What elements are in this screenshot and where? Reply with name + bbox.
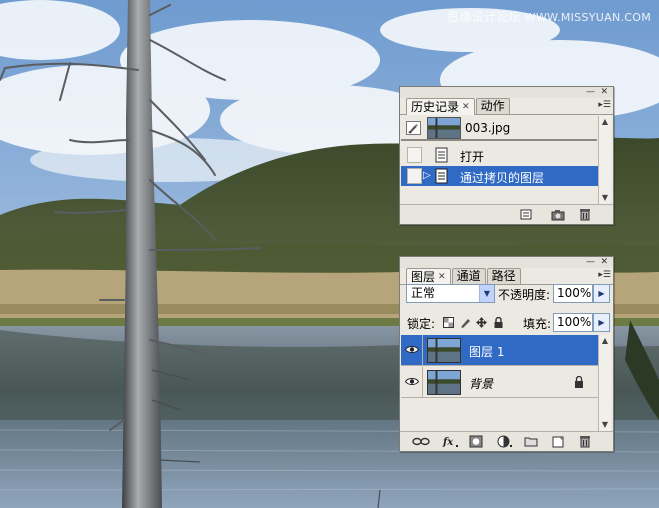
visibility-toggle[interactable] (401, 367, 423, 398)
layers-scrollbar[interactable]: ▲ ▼ (598, 335, 611, 431)
svg-text:fx: fx (442, 437, 454, 448)
layers-footer: fx (400, 431, 613, 451)
tab-layers[interactable]: 图层 ✕ (406, 268, 451, 285)
blend-mode-select[interactable]: 正常 ▼ (406, 284, 495, 303)
eye-icon[interactable] (405, 377, 419, 386)
history-tab-bar: 历史记录 ✕ 动作 ▸☰ (400, 98, 613, 115)
scroll-down-icon[interactable]: ▼ (599, 419, 611, 431)
layers-palette: — ✕ 图层 ✕ 通道 路径 ▸☰ 正常 ▼ 不透明度: 100% ▶ 锁定: … (399, 256, 614, 452)
history-state-open[interactable]: 打开 (401, 145, 598, 165)
palette-titlebar[interactable]: — ✕ (400, 87, 613, 98)
padlock-icon (575, 376, 583, 388)
history-brush-source-icon[interactable] (406, 121, 421, 135)
history-source-checkbox[interactable] (407, 147, 422, 163)
tab-paths[interactable]: 路径 (486, 268, 521, 284)
blend-mode-value: 正常 (411, 286, 436, 300)
tab-history-label: 历史记录 (411, 99, 460, 114)
layer-mask-icon[interactable] (469, 435, 483, 448)
fill-slider-button[interactable]: ▶ (593, 313, 610, 332)
new-layer-icon[interactable] (551, 435, 565, 448)
adjustment-layer-icon[interactable] (497, 435, 513, 448)
collapse-icon[interactable]: — (586, 88, 595, 97)
new-document-from-state-icon[interactable] (519, 208, 533, 221)
layers-tab-bar: 图层 ✕ 通道 路径 ▸☰ (400, 268, 613, 285)
palette-titlebar[interactable]: — ✕ (400, 257, 613, 268)
fill-label: 填充: (523, 317, 552, 331)
history-state-label: 打开 (460, 150, 485, 164)
tab-close-icon[interactable]: ✕ (438, 270, 446, 285)
history-state-icon (435, 147, 448, 163)
tab-actions[interactable]: 动作 (475, 98, 510, 114)
snapshot-name: 003.jpg (465, 121, 511, 135)
scroll-up-icon[interactable]: ▲ (599, 335, 611, 347)
palette-menu-icon[interactable]: ▸☰ (598, 270, 611, 280)
watermark-text: 思缘设计论坛 (447, 10, 521, 24)
tab-paths-label: 路径 (491, 269, 516, 283)
tab-actions-label: 动作 (480, 99, 505, 113)
chevron-down-icon[interactable]: ▼ (479, 285, 494, 302)
collapse-icon[interactable]: — (586, 258, 595, 267)
close-icon[interactable]: ✕ (600, 88, 608, 97)
layer-style-icon[interactable]: fx (442, 435, 460, 448)
lock-position-icon[interactable] (476, 317, 487, 328)
layer-thumbnail (427, 370, 461, 395)
new-snapshot-icon[interactable] (551, 208, 565, 221)
history-state-marker-icon[interactable]: ▷ (423, 170, 431, 181)
history-palette: — ✕ 历史记录 ✕ 动作 ▸☰ 003.jpg 打开 ▷ 通过拷贝的图层 ▲ … (399, 86, 614, 225)
layer-row-background[interactable]: 背景 (401, 367, 598, 398)
lock-pixels-icon[interactable] (460, 317, 471, 328)
lock-transparency-icon[interactable] (443, 317, 454, 328)
history-footer (400, 204, 613, 224)
lock-label: 锁定: (407, 317, 436, 331)
visibility-toggle[interactable] (401, 335, 423, 366)
layer-thumbnail (427, 338, 461, 363)
history-source-checkbox[interactable] (407, 168, 422, 184)
tab-history[interactable]: 历史记录 ✕ (406, 98, 475, 115)
tab-channels-label: 通道 (456, 269, 481, 283)
opacity-slider-button[interactable]: ▶ (593, 284, 610, 303)
fill-input[interactable]: 100% (553, 313, 593, 332)
tab-channels[interactable]: 通道 (451, 268, 486, 284)
eye-icon[interactable] (405, 345, 419, 354)
history-snapshot[interactable]: 003.jpg (401, 116, 597, 141)
scroll-up-icon[interactable]: ▲ (599, 116, 611, 128)
layer-name: 图层 1 (469, 345, 505, 359)
opacity-input[interactable]: 100% (553, 284, 593, 303)
snapshot-thumbnail (427, 117, 461, 139)
palette-menu-icon[interactable]: ▸☰ (598, 100, 611, 110)
history-scrollbar[interactable]: ▲ ▼ (598, 116, 611, 204)
history-state-layer-via-copy[interactable]: ▷ 通过拷贝的图层 (401, 166, 598, 186)
history-state-label: 通过拷贝的图层 (460, 171, 545, 185)
layer-row-layer1[interactable]: 图层 1 (401, 335, 598, 366)
link-layers-icon[interactable] (412, 435, 430, 448)
tab-layers-label: 图层 (411, 269, 436, 284)
close-icon[interactable]: ✕ (600, 258, 608, 267)
history-state-icon (435, 168, 448, 184)
tab-close-icon[interactable]: ✕ (462, 100, 470, 115)
delete-layer-icon[interactable] (578, 435, 592, 448)
scroll-down-icon[interactable]: ▼ (599, 192, 611, 204)
new-group-icon[interactable] (524, 435, 538, 448)
lock-all-icon[interactable] (493, 317, 504, 328)
opacity-label: 不透明度: (498, 288, 551, 302)
delete-state-icon[interactable] (578, 208, 592, 221)
watermark-url: WWW.MISSYUAN.COM (524, 11, 651, 24)
watermark: 思缘设计论坛 WWW.MISSYUAN.COM (447, 8, 651, 25)
layer-name: 背景 (469, 377, 494, 391)
